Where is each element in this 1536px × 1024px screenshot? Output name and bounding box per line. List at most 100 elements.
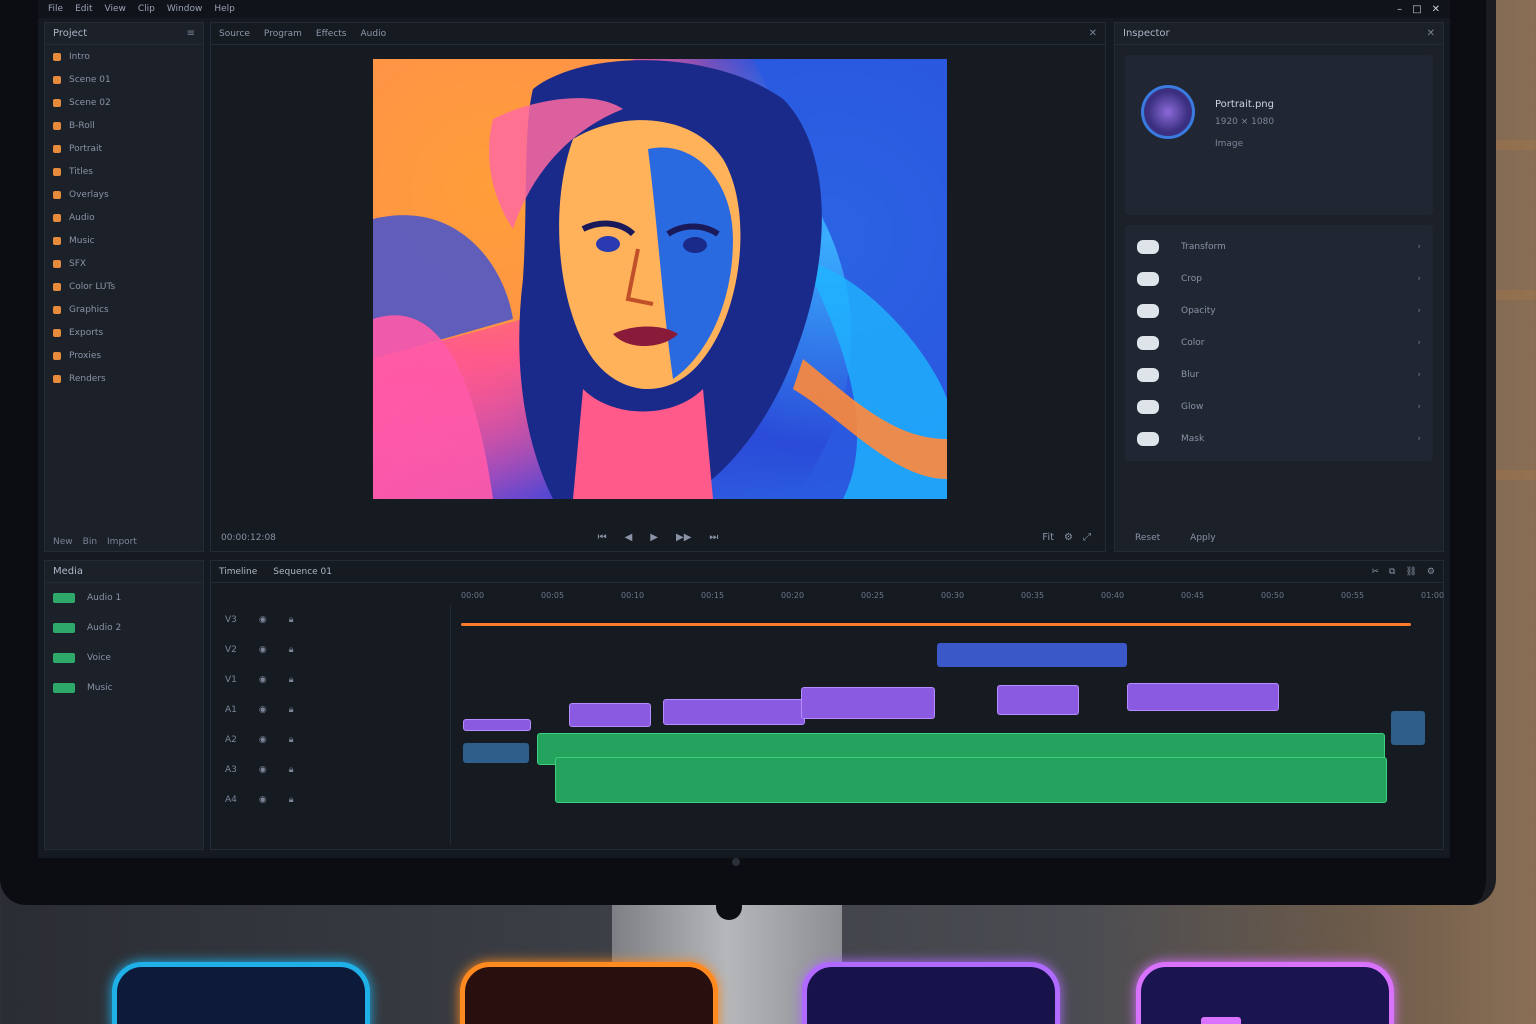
visibility-icon[interactable]: ◉ <box>259 615 267 625</box>
project-item[interactable]: Proxies <box>45 344 203 367</box>
close-icon[interactable]: ✕ <box>1089 28 1097 39</box>
project-item[interactable]: Color LUTs <box>45 275 203 298</box>
app-tile-blue[interactable] <box>112 962 370 1024</box>
media-item[interactable]: Audio 2 <box>45 613 203 643</box>
visibility-icon[interactable]: ◉ <box>259 675 267 685</box>
skip-forward-icon[interactable]: ⏭ <box>709 532 718 543</box>
effect-item[interactable]: Glow › <box>1125 391 1433 423</box>
step-back-icon[interactable]: ◀ <box>625 532 633 543</box>
import-button[interactable]: Import <box>107 537 137 547</box>
zoom-fit-button[interactable]: Fit <box>1042 532 1054 543</box>
video-clip[interactable] <box>463 719 531 731</box>
bin-button[interactable]: Bin <box>83 537 97 547</box>
apply-button[interactable]: Apply <box>1190 533 1215 543</box>
maximize-button[interactable]: □ <box>1412 4 1421 15</box>
skip-back-icon[interactable]: ⏮ <box>598 532 607 543</box>
fullscreen-icon[interactable]: ⤢ <box>1083 532 1091 543</box>
project-item[interactable]: Overlays <box>45 183 203 206</box>
gear-icon[interactable]: ⚙ <box>1427 567 1435 577</box>
visibility-icon[interactable]: ◉ <box>259 765 267 775</box>
track-header[interactable]: V3 ◉ 🔒︎ <box>211 605 450 635</box>
track-header[interactable]: V1 ◉ 🔒︎ <box>211 665 450 695</box>
project-item[interactable]: SFX <box>45 252 203 275</box>
audio-clip[interactable] <box>555 757 1387 803</box>
preview-canvas[interactable] <box>373 59 947 499</box>
visibility-icon[interactable]: ◉ <box>259 705 267 715</box>
sequence-name[interactable]: Sequence 01 <box>273 567 332 577</box>
menu-file[interactable]: File <box>48 4 63 14</box>
lock-icon[interactable]: 🔒︎ <box>289 615 294 625</box>
chevron-right-icon[interactable]: › <box>1417 306 1421 316</box>
chevron-right-icon[interactable]: › <box>1417 338 1421 348</box>
close-icon[interactable]: ✕ <box>1427 28 1435 39</box>
app-tile-orange[interactable] <box>460 962 718 1024</box>
effect-item[interactable]: Opacity › <box>1125 295 1433 327</box>
app-tile-violet[interactable] <box>802 962 1060 1024</box>
menu-view[interactable]: View <box>105 4 126 14</box>
visibility-icon[interactable]: ◉ <box>259 795 267 805</box>
new-button[interactable]: New <box>53 537 73 547</box>
video-clip[interactable] <box>997 685 1079 715</box>
video-clip[interactable] <box>937 643 1127 667</box>
media-item[interactable]: Voice <box>45 643 203 673</box>
tab-program[interactable]: Program <box>264 29 302 39</box>
project-item[interactable]: Graphics <box>45 298 203 321</box>
track-header[interactable]: A2 ◉ 🔒︎ <box>211 725 450 755</box>
reset-button[interactable]: Reset <box>1135 533 1160 543</box>
gear-icon[interactable]: ⚙ <box>1064 532 1073 543</box>
track-header[interactable]: A4 ◉ 🔒︎ <box>211 785 450 815</box>
snap-icon[interactable]: ⧉ <box>1389 567 1395 577</box>
tab-effects[interactable]: Effects <box>316 29 347 39</box>
app-tile-magenta[interactable] <box>1136 962 1394 1024</box>
project-item[interactable]: Titles <box>45 160 203 183</box>
menu-clip[interactable]: Clip <box>138 4 155 14</box>
project-item[interactable]: Intro <box>45 45 203 68</box>
audio-clip[interactable] <box>1391 711 1425 745</box>
lock-icon[interactable]: 🔒︎ <box>289 735 294 745</box>
chevron-right-icon[interactable]: › <box>1417 402 1421 412</box>
chevron-right-icon[interactable]: › <box>1417 242 1421 252</box>
project-item[interactable]: Scene 02 <box>45 91 203 114</box>
menu-window[interactable]: Window <box>167 4 203 14</box>
media-item[interactable]: Music <box>45 673 203 703</box>
project-item[interactable]: Portrait <box>45 137 203 160</box>
media-item[interactable]: Audio 1 <box>45 583 203 613</box>
razor-icon[interactable]: ✂ <box>1372 567 1380 577</box>
effect-item[interactable]: Transform › <box>1125 231 1433 263</box>
play-icon[interactable]: ▶ <box>650 532 658 543</box>
effect-item[interactable]: Color › <box>1125 327 1433 359</box>
fast-forward-icon[interactable]: ▶▶ <box>676 532 691 543</box>
visibility-icon[interactable]: ◉ <box>259 735 267 745</box>
tab-audio[interactable]: Audio <box>361 29 387 39</box>
project-item[interactable]: Music <box>45 229 203 252</box>
menu-icon[interactable]: ≡ <box>187 28 195 39</box>
tab-source[interactable]: Source <box>219 29 250 39</box>
project-item[interactable]: B-Roll <box>45 114 203 137</box>
link-icon[interactable]: ⛓ <box>1405 567 1416 577</box>
project-item[interactable]: Audio <box>45 206 203 229</box>
project-item[interactable]: Exports <box>45 321 203 344</box>
lock-icon[interactable]: 🔒︎ <box>289 705 294 715</box>
track-header[interactable]: A1 ◉ 🔒︎ <box>211 695 450 725</box>
chevron-right-icon[interactable]: › <box>1417 434 1421 444</box>
track-header[interactable]: V2 ◉ 🔒︎ <box>211 635 450 665</box>
effect-item[interactable]: Mask › <box>1125 423 1433 455</box>
chevron-right-icon[interactable]: › <box>1417 370 1421 380</box>
clip-thumbnail[interactable] <box>1141 85 1195 139</box>
chevron-right-icon[interactable]: › <box>1417 274 1421 284</box>
video-clip[interactable] <box>663 699 805 725</box>
project-item[interactable]: Renders <box>45 367 203 390</box>
lock-icon[interactable]: 🔒︎ <box>289 795 294 805</box>
menu-help[interactable]: Help <box>214 4 235 14</box>
minimize-button[interactable]: – <box>1397 4 1402 15</box>
audio-clip[interactable] <box>463 743 529 763</box>
track-header[interactable]: A3 ◉ 🔒︎ <box>211 755 450 785</box>
video-clip[interactable] <box>801 687 935 719</box>
menu-edit[interactable]: Edit <box>75 4 92 14</box>
lock-icon[interactable]: 🔒︎ <box>289 765 294 775</box>
video-clip[interactable] <box>1127 683 1279 711</box>
timeline-ruler[interactable]: 00:00 00:05 00:10 00:15 00:20 00:25 00:30 00:35… <box>461 587 1444 605</box>
effect-item[interactable]: Blur › <box>1125 359 1433 391</box>
lock-icon[interactable]: 🔒︎ <box>289 675 294 685</box>
lock-icon[interactable]: 🔒︎ <box>289 645 294 655</box>
